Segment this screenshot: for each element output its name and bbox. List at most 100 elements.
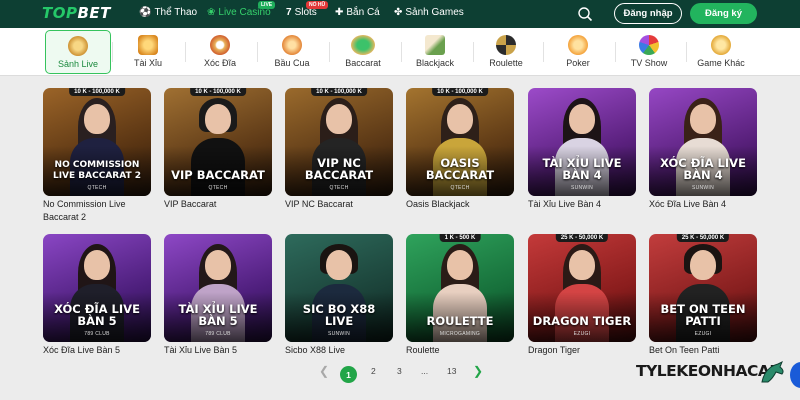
top-nav: TOPBET ⚽ Thể Thao ❀ Live Casino LIVE 7 S… [0, 0, 800, 28]
bet-range-badge: 10 K - 100,000 K [69, 88, 125, 96]
game-card[interactable]: XÓC ĐĨA LIVE BÀN 5 789 CLUB [43, 234, 151, 342]
game-card[interactable]: 1 K - 500 K ROULETTE MICROGAMING [406, 234, 514, 342]
game-title[interactable]: Bet On Teen Patti [649, 344, 761, 357]
crown-icon [68, 36, 88, 56]
category-roulette[interactable]: Roulette [473, 30, 539, 74]
bet-range-badge: 10 K - 100,000 K [311, 88, 367, 96]
game-title[interactable]: Oasis Blackjack [406, 198, 518, 211]
page-link[interactable]: 2 [371, 366, 376, 376]
nav-item-the-thao[interactable]: ⚽ Thể Thao [139, 7, 197, 18]
game-title[interactable]: Sicbo X88 Live [285, 344, 397, 357]
nav-item-slots[interactable]: 7 Slots NỔ HŨ [286, 1, 329, 18]
game-card[interactable]: 10 K - 100,000 K VIP BACCARAT QTECH [164, 88, 272, 196]
provider-label: SUNWIN [570, 185, 594, 191]
nav-item-ban-ca[interactable]: ✚ Bắn Cá [335, 7, 380, 18]
game-card[interactable]: 10 K - 100,000 K VIP NC BACCARAT QTECH [285, 88, 393, 196]
roulette-wheel-icon [496, 35, 516, 55]
category-divider [686, 42, 687, 62]
next-page-icon[interactable]: ❯ [473, 364, 483, 378]
topbet-logo[interactable]: TOPBET [42, 4, 111, 22]
category-sanh-live[interactable]: Sảnh Live [45, 30, 111, 74]
nav-item-sanh-games[interactable]: ✤ Sảnh Games [394, 7, 464, 18]
card-game-name: DRAGON TIGER [532, 314, 632, 328]
game-card[interactable]: 25 K - 50,000 K BET ON TEEN PATTI EZUGI [649, 234, 757, 342]
page-link[interactable]: 13 [447, 366, 456, 376]
game-title[interactable]: Xóc Đĩa Live Bàn 4 [649, 198, 761, 211]
slot-seven-icon: 7 [286, 6, 292, 18]
game-card[interactable]: 10 K - 100,000 K NO COMMISSION LIVE BACC… [43, 88, 151, 196]
category-tai-xiu[interactable]: Tài Xỉu [115, 30, 181, 74]
game-card[interactable]: SIC BO X88 LIVE SUNWIN [285, 234, 393, 342]
category-divider [257, 42, 258, 62]
game-title[interactable]: Tài Xỉu Live Bàn 5 [164, 344, 276, 357]
game-card[interactable]: TÀI XỈU LIVE BÀN 4 SUNWIN [528, 88, 636, 196]
game-card[interactable]: XÓC ĐĨA LIVE BÀN 4 SUNWIN [649, 88, 757, 196]
category-game-khac[interactable]: Game Khác [688, 30, 754, 74]
watermark-text: TYLEKEONHACAI [636, 362, 775, 380]
card-game-name: NO COMMISSION LIVE BACCARAT 2 [52, 160, 142, 181]
card-game-name: ROULETTE [426, 314, 494, 328]
provider-label: QTECH [208, 185, 228, 191]
card-game-name: TÀI XỈU LIVE BÀN 5 [178, 302, 258, 328]
game-card[interactable]: 10 K - 100,000 K OASIS BACCARAT QTECH [406, 88, 514, 196]
search-icon[interactable] [577, 6, 593, 22]
category-poker[interactable]: Poker [545, 30, 611, 74]
category-tv-show[interactable]: TV Show [616, 30, 682, 74]
provider-label: SUNWIN [691, 185, 715, 191]
gamepad-icon: ✤ [394, 6, 403, 18]
register-button[interactable]: Đăng ký [690, 3, 757, 24]
page-link[interactable]: 3 [397, 366, 402, 376]
game-title[interactable]: Roulette [406, 344, 518, 357]
provider-label: MICROGAMING [439, 331, 481, 337]
card-game-name: OASIS BACCARAT [425, 156, 495, 182]
game-title[interactable]: Tài Xỉu Live Bàn 4 [528, 198, 640, 211]
cards-icon [425, 35, 445, 55]
dice-icon [138, 35, 158, 55]
game-card[interactable]: TÀI XỈU LIVE BÀN 5 789 CLUB [164, 234, 272, 342]
category-bau-cua[interactable]: Bầu Cua [259, 30, 325, 74]
category-divider [112, 42, 113, 62]
game-title[interactable]: Dragon Tiger [528, 344, 640, 357]
page-current[interactable]: 1 [340, 366, 357, 383]
category-xoc-dia[interactable]: Xóc Đĩa [187, 30, 253, 74]
casino-chip-icon: ❀ [207, 6, 216, 18]
hot-badge: NỔ HŨ [306, 1, 329, 9]
game-title[interactable]: Xóc Đĩa Live Bàn 5 [43, 344, 155, 357]
card-game-name: SIC BO X88 LIVE [302, 302, 376, 328]
game-title[interactable]: VIP Baccarat [164, 198, 276, 211]
card-game-name: VIP NC BACCARAT [304, 156, 374, 182]
game-card[interactable]: 25 K - 50,000 K DRAGON TIGER EZUGI [528, 234, 636, 342]
provider-label: 789 CLUB [84, 331, 110, 337]
provider-label: SUNWIN [327, 331, 351, 337]
poker-chip-icon [568, 35, 588, 55]
bet-range-badge: 25 K - 50,000 K [555, 234, 609, 242]
provider-label: EZUGI [694, 331, 712, 337]
prev-page-icon[interactable]: ❮ [319, 364, 329, 378]
bet-range-badge: 10 K - 100,000 K [190, 88, 246, 96]
live-badge: LIVE [258, 1, 276, 9]
xoc-dia-icon [210, 35, 230, 55]
page-ellipsis: ... [421, 366, 429, 376]
category-baccarat[interactable]: Baccarat [330, 30, 396, 74]
chat-fab-button[interactable] [790, 362, 800, 388]
category-bar: Sảnh Live Tài Xỉu Xóc Đĩa Bầu Cua Baccar… [0, 28, 800, 76]
category-divider [543, 42, 544, 62]
nav-item-live-casino[interactable]: ❀ Live Casino LIVE [207, 1, 276, 18]
category-divider [185, 42, 186, 62]
soccer-ball-icon: ⚽ [139, 6, 152, 18]
card-game-name: VIP BACCARAT [171, 168, 265, 182]
provider-label: QTECH [87, 185, 107, 191]
provider-label: EZUGI [573, 331, 591, 337]
category-blackjack[interactable]: Blackjack [402, 30, 468, 74]
fish-icon: ✚ [335, 6, 344, 18]
bet-range-badge: 25 K - 50,000 K [676, 234, 730, 242]
card-game-name: XÓC ĐĨA LIVE BÀN 5 [54, 302, 140, 328]
baccarat-table-icon [351, 35, 375, 55]
game-title[interactable]: VIP NC Baccarat [285, 198, 397, 211]
gourd-icon [282, 35, 302, 55]
provider-label: 789 CLUB [205, 331, 231, 337]
bet-range-badge: 10 K - 100,000 K [432, 88, 488, 96]
provider-label: QTECH [329, 185, 349, 191]
game-title[interactable]: No Commission Live Baccarat 2 [43, 198, 155, 224]
login-button[interactable]: Đăng nhập [614, 3, 682, 24]
